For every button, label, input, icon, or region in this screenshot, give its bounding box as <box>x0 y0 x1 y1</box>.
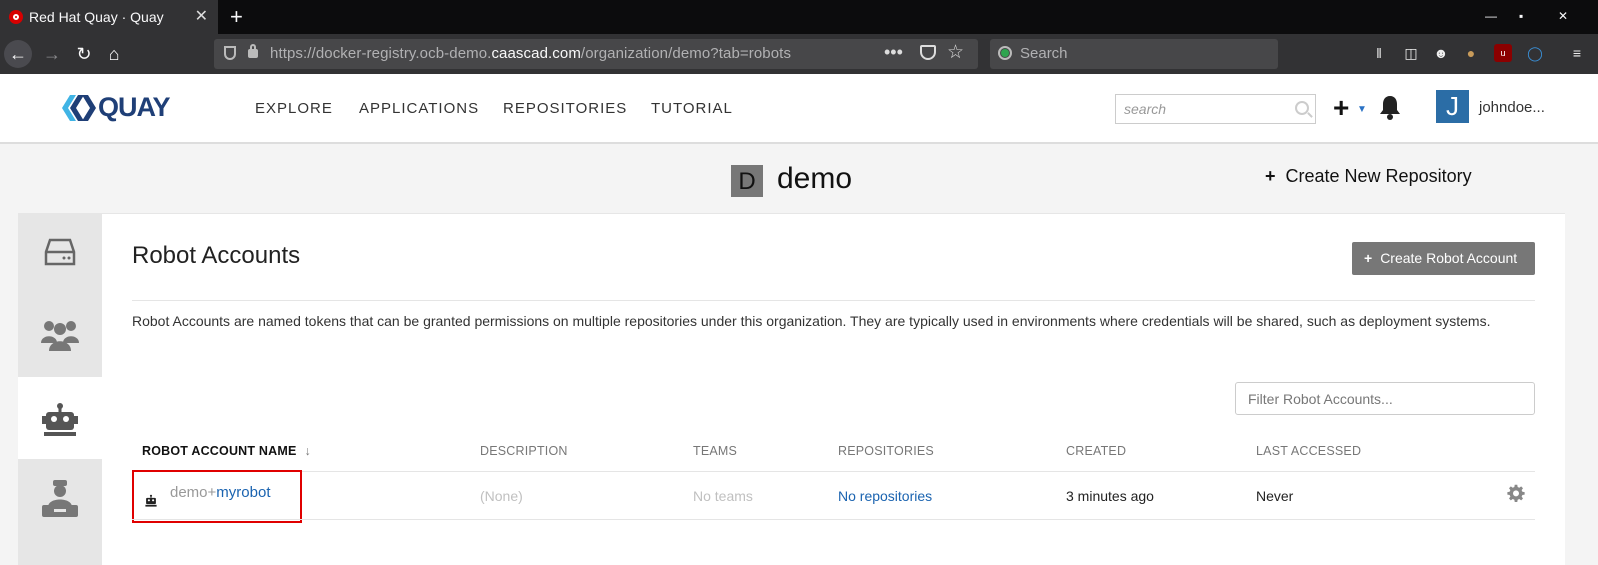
create-robot-account-button[interactable]: + Create Robot Account <box>1352 242 1535 275</box>
search-engine-icon <box>998 46 1012 60</box>
plus-icon: + <box>1333 92 1350 123</box>
robot-description-value: (None) <box>480 488 523 504</box>
sidebar-item-teams[interactable] <box>18 295 102 377</box>
robot-accounts-panel: Robot Accounts + Create Robot Account Rob… <box>102 213 1565 565</box>
back-arrow-icon[interactable]: ← <box>4 40 32 68</box>
browser-search-bar[interactable]: Search <box>990 39 1278 69</box>
create-repo-label: Create New Repository <box>1285 166 1472 186</box>
org-sidebar <box>18 213 102 565</box>
create-robot-label: Create Robot Account <box>1380 250 1518 266</box>
org-avatar: D <box>731 165 763 197</box>
forward-arrow-icon[interactable]: → <box>38 40 66 68</box>
org-name: demo <box>777 162 853 195</box>
header-search-input[interactable]: search <box>1115 94 1316 124</box>
sidebar-icon[interactable]: ◫ <box>1402 44 1420 62</box>
robot-icon <box>42 403 78 436</box>
robot-created-value: 3 minutes ago <box>1066 488 1154 504</box>
password-manager-icon[interactable]: ◯ <box>1526 44 1544 62</box>
address-bar[interactable]: https://docker-registry.ocb-demo.caascad… <box>214 39 978 69</box>
sidebar-item-repositories[interactable] <box>18 213 102 295</box>
column-header-description[interactable]: DESCRIPTION <box>480 444 568 458</box>
robot-name-prefix: demo+ <box>170 484 217 501</box>
sidebar-item-robot-accounts[interactable] <box>18 377 102 459</box>
row-divider <box>132 519 1535 520</box>
tracking-protection-icon[interactable] <box>224 46 236 60</box>
teams-icon <box>41 321 79 351</box>
default-permissions-icon <box>42 480 78 517</box>
user-avatar[interactable]: J <box>1436 90 1469 123</box>
create-new-repository-button[interactable]: + Create New Repository <box>1265 166 1472 187</box>
browser-tab-bar: Red Hat Quay · Quay ✕ + — ▪ ✕ <box>0 0 1598 34</box>
divider <box>132 300 1535 301</box>
robot-account-name[interactable]: demo+myrobot <box>170 484 270 501</box>
home-icon[interactable]: ⌂ <box>100 40 128 68</box>
nav-applications[interactable]: APPLICATIONS <box>359 100 479 117</box>
library-icon[interactable]: ‖ <box>1370 44 1388 62</box>
nav-explore[interactable]: EXPLORE <box>255 100 333 117</box>
reload-icon[interactable]: ↻ <box>70 40 98 68</box>
sort-arrow-icon: ↓ <box>304 444 311 458</box>
column-header-teams[interactable]: TEAMS <box>693 444 737 458</box>
plus-icon: + <box>1364 250 1373 266</box>
browser-tab[interactable]: Red Hat Quay · Quay ✕ <box>0 0 218 34</box>
browser-toolbar: ← → ↻ ⌂ https://docker-registry.ocb-demo… <box>0 34 1598 74</box>
row-divider <box>132 471 1535 472</box>
url-domain: caascad.com <box>491 45 581 62</box>
robot-name-short[interactable]: myrobot <box>216 484 270 501</box>
column-header-robot-account-name[interactable]: ROBOT ACCOUNT NAME ↓ <box>142 444 311 458</box>
browser-tab-title: Red Hat Quay · Quay <box>29 9 164 25</box>
robot-account-name-cell[interactable]: demo+myrobot <box>132 470 302 523</box>
bookmark-star-icon[interactable]: ☆ <box>947 41 964 64</box>
maximize-window-button[interactable]: ▪ <box>1519 9 1523 23</box>
extension-icon[interactable]: ● <box>1462 44 1480 62</box>
section-title: Robot Accounts <box>132 242 301 269</box>
column-header-last-accessed[interactable]: LAST ACCESSED <box>1256 444 1361 458</box>
sidebar-item-default-permissions[interactable] <box>18 459 102 541</box>
user-menu[interactable]: johndoe... <box>1479 99 1545 116</box>
chevron-down-icon: ▼ <box>1357 104 1367 115</box>
url-text[interactable]: https://docker-registry.ocb-demo.caascad… <box>270 45 791 62</box>
quay-favicon-icon <box>9 10 23 24</box>
column-header-created[interactable]: CREATED <box>1066 444 1126 458</box>
page-actions-icon[interactable]: ••• <box>884 42 903 63</box>
robot-teams-value: No teams <box>693 488 753 504</box>
create-menu-button[interactable]: + ▼ <box>1333 92 1367 124</box>
robot-last-accessed-value: Never <box>1256 488 1294 504</box>
nav-repositories[interactable]: REPOSITORIES <box>503 100 627 117</box>
browser-search-placeholder: Search <box>1020 45 1068 62</box>
account-icon[interactable]: ☻ <box>1432 44 1450 62</box>
quay-logo-text: QUAY <box>98 92 171 122</box>
plus-icon: + <box>1265 166 1276 186</box>
close-window-button[interactable]: ✕ <box>1558 9 1568 23</box>
close-tab-icon[interactable]: ✕ <box>195 6 208 26</box>
filter-placeholder: Filter Robot Accounts... <box>1248 391 1393 407</box>
ublock-icon[interactable]: u <box>1494 44 1512 62</box>
quay-header: QUAY EXPLORE APPLICATIONS REPOSITORIES T… <box>0 74 1598 144</box>
robot-accounts-description: Robot Accounts are named tokens that can… <box>132 313 1491 329</box>
lock-icon[interactable] <box>248 44 258 58</box>
pocket-icon[interactable] <box>920 45 936 60</box>
robot-repositories-link[interactable]: No repositories <box>838 488 932 504</box>
column-header-repositories[interactable]: REPOSITORIES <box>838 444 934 458</box>
gear-icon[interactable] <box>1507 484 1525 502</box>
menu-icon[interactable]: ≡ <box>1568 44 1586 62</box>
new-tab-button[interactable]: + <box>230 4 243 30</box>
quay-logo-icon <box>62 95 96 121</box>
header-search-placeholder: search <box>1124 101 1167 117</box>
notifications-bell-icon[interactable] <box>1378 94 1402 120</box>
url-prefix: https://docker-registry.ocb-demo. <box>270 45 492 62</box>
url-suffix: /organization/demo?tab=robots <box>580 45 792 62</box>
nav-tutorial[interactable]: TUTORIAL <box>651 100 733 117</box>
minimize-window-button[interactable]: — <box>1485 9 1497 23</box>
robot-icon <box>145 494 157 507</box>
filter-robot-accounts-input[interactable]: Filter Robot Accounts... <box>1235 382 1535 415</box>
column-label-name: ROBOT ACCOUNT NAME <box>142 444 297 458</box>
repository-icon <box>44 238 76 266</box>
search-icon <box>1295 101 1309 115</box>
